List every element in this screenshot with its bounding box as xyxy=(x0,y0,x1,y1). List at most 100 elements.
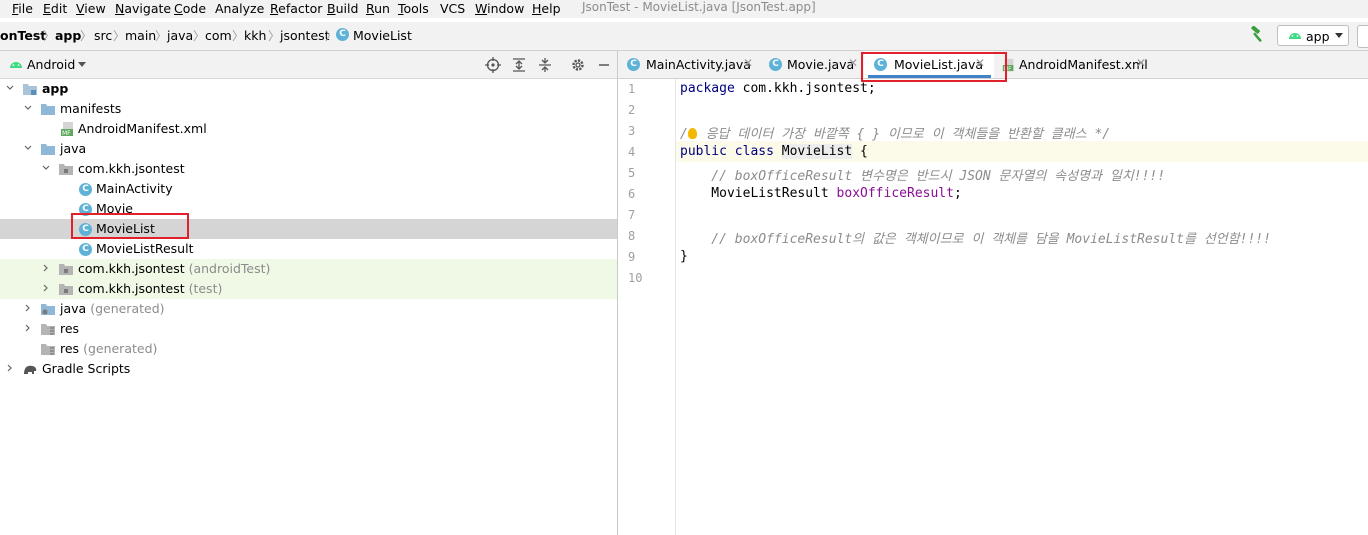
chevron-down-icon xyxy=(1335,33,1343,38)
tree-item-java-generated[interactable]: java (generated) xyxy=(0,299,617,319)
highlight-box xyxy=(861,52,1007,82)
chevron-right-icon: 〉 xyxy=(155,29,168,43)
chevron-right-icon: 〉 xyxy=(43,29,56,43)
module-folder-icon xyxy=(23,84,37,95)
chevron-down-icon[interactable] xyxy=(6,84,14,92)
package-icon xyxy=(59,284,73,295)
android-icon xyxy=(10,62,22,68)
breadcrumb-movielist[interactable]: MovieList xyxy=(353,28,412,43)
tree-item-package[interactable]: com.kkh.jsontest xyxy=(0,159,617,179)
resource-folder-icon xyxy=(41,344,55,355)
lightbulb-icon[interactable] xyxy=(687,128,697,139)
code-line-5: // boxOfficeResult 변수명은 반드시 JSON 문자열의 속성… xyxy=(680,169,1166,184)
menu-refactor[interactable]: Refactor xyxy=(270,1,322,16)
menu-bar: File Edit View Navigate Code Analyze Ref… xyxy=(0,0,1368,18)
tab-androidmanifest[interactable]: MF AndroidManifest.xml ✕ xyxy=(998,51,1158,78)
chevron-down-icon[interactable] xyxy=(42,164,50,172)
breadcrumb-com[interactable]: com xyxy=(205,28,232,43)
class-icon: C xyxy=(627,58,640,71)
chevron-down-icon[interactable] xyxy=(78,62,86,67)
breadcrumb-app[interactable]: app xyxy=(55,28,81,43)
chevron-right-icon: 〉 xyxy=(113,29,126,43)
tree-item-androidmanifest[interactable]: MF AndroidManifest.xml xyxy=(0,119,617,139)
locate-target-icon[interactable] xyxy=(485,57,501,73)
code-line-3: / 응답 데이터 가장 바깥쪽 { } 이므로 이 객체들을 반환할 클래스 *… xyxy=(680,127,1111,142)
code-line-4: public class MovieList { xyxy=(680,144,868,159)
collapse-all-icon[interactable] xyxy=(537,57,553,73)
breadcrumb-java[interactable]: java xyxy=(167,28,193,43)
resource-folder-icon xyxy=(41,324,55,335)
android-icon xyxy=(1289,33,1301,39)
chevron-right-icon: 〉 xyxy=(193,29,206,43)
chevron-right-icon: 〉 xyxy=(268,29,281,43)
chevron-down-icon[interactable] xyxy=(24,104,32,112)
expand-all-icon[interactable] xyxy=(511,57,527,73)
breadcrumb-jsontest[interactable]: jsontest xyxy=(280,28,330,43)
chevron-right-icon: 〉 xyxy=(80,29,93,43)
menu-build[interactable]: Build xyxy=(327,1,358,16)
generated-folder-icon xyxy=(41,304,55,315)
code-line-9: } xyxy=(680,249,688,264)
tree-item-mainactivity[interactable]: C MainActivity xyxy=(0,179,617,199)
menu-file[interactable]: File xyxy=(12,1,33,16)
tree-item-package-test[interactable]: com.kkh.jsontest (test) xyxy=(0,279,617,299)
chevron-right-icon[interactable] xyxy=(42,264,50,272)
tree-item-movielistresult[interactable]: C MovieListResult xyxy=(0,239,617,259)
breadcrumb-main[interactable]: main xyxy=(125,28,156,43)
chevron-down-icon[interactable] xyxy=(24,144,32,152)
close-icon[interactable]: ✕ xyxy=(1136,56,1146,70)
chevron-right-icon[interactable] xyxy=(24,304,32,312)
tree-item-app[interactable]: app xyxy=(0,79,617,99)
chevron-right-icon: 〉 xyxy=(232,29,245,43)
close-icon[interactable]: ✕ xyxy=(848,56,858,70)
run-config-label: app xyxy=(1306,29,1330,44)
manifest-file-icon: MF xyxy=(61,122,73,136)
menu-navigate[interactable]: Navigate xyxy=(115,1,171,16)
class-icon: C xyxy=(336,28,349,41)
hammer-build-icon[interactable] xyxy=(1248,26,1266,44)
device-select[interactable] xyxy=(1357,25,1368,48)
navigation-bar: onTest 〉 app 〉 src 〉 main 〉 java 〉 com 〉… xyxy=(0,22,1368,51)
code-editor[interactable]: package com.kkh.jsontest; / 응답 데이터 가장 바깥… xyxy=(676,79,1368,535)
tree-item-res[interactable]: res xyxy=(0,319,617,339)
run-config-select[interactable]: app xyxy=(1277,25,1349,46)
menu-vcs[interactable]: VCS xyxy=(440,1,465,16)
breadcrumb-src[interactable]: src xyxy=(94,28,112,43)
class-icon: C xyxy=(769,58,782,71)
package-icon xyxy=(59,264,73,275)
breadcrumb-kkh[interactable]: kkh xyxy=(244,28,266,43)
close-icon[interactable]: ✕ xyxy=(743,56,753,70)
breadcrumb-project[interactable]: onTest xyxy=(0,28,46,43)
menu-code[interactable]: Code xyxy=(174,1,206,16)
code-line-1: package com.kkh.jsontest; xyxy=(680,81,876,96)
gear-icon[interactable] xyxy=(570,57,586,73)
menu-run[interactable]: Run xyxy=(366,1,390,16)
menu-edit[interactable]: Edit xyxy=(43,1,67,16)
class-icon: C xyxy=(79,243,92,256)
window-title: JsonTest - MovieList.java [JsonTest.app] xyxy=(582,0,816,14)
minimize-icon[interactable] xyxy=(596,57,612,73)
chevron-right-icon[interactable] xyxy=(42,284,50,292)
project-panel-header: Android xyxy=(0,51,617,79)
menu-analyze[interactable]: Analyze xyxy=(215,1,264,16)
chevron-right-icon[interactable] xyxy=(6,364,14,372)
tree-item-res-generated[interactable]: res (generated) xyxy=(0,339,617,359)
tree-item-package-androidtest[interactable]: com.kkh.jsontest (androidTest) xyxy=(0,259,617,279)
project-view-selector[interactable]: Android xyxy=(27,57,75,72)
tree-item-java[interactable]: java xyxy=(0,139,617,159)
svg-text:MF: MF xyxy=(62,130,71,136)
tree-item-manifests[interactable]: manifests xyxy=(0,99,617,119)
menu-tools[interactable]: Tools xyxy=(398,1,429,16)
chevron-right-icon[interactable] xyxy=(24,324,32,332)
folder-icon xyxy=(41,104,55,115)
menu-view[interactable]: View xyxy=(76,1,106,16)
tab-movie[interactable]: C Movie.java ✕ xyxy=(760,51,860,78)
gradle-elephant-icon xyxy=(24,365,37,374)
tree-item-gradle-scripts[interactable]: Gradle Scripts xyxy=(0,359,617,379)
menu-help[interactable]: Help xyxy=(532,1,561,16)
code-line-6: MovieListResult boxOfficeResult; xyxy=(680,186,962,201)
class-icon: C xyxy=(79,183,92,196)
menu-window[interactable]: Window xyxy=(475,1,524,16)
line-number-gutter: 1 2 3 4 5 6 7 8 9 10 xyxy=(618,79,676,535)
tab-mainactivity[interactable]: C MainActivity.java ✕ xyxy=(618,51,755,78)
